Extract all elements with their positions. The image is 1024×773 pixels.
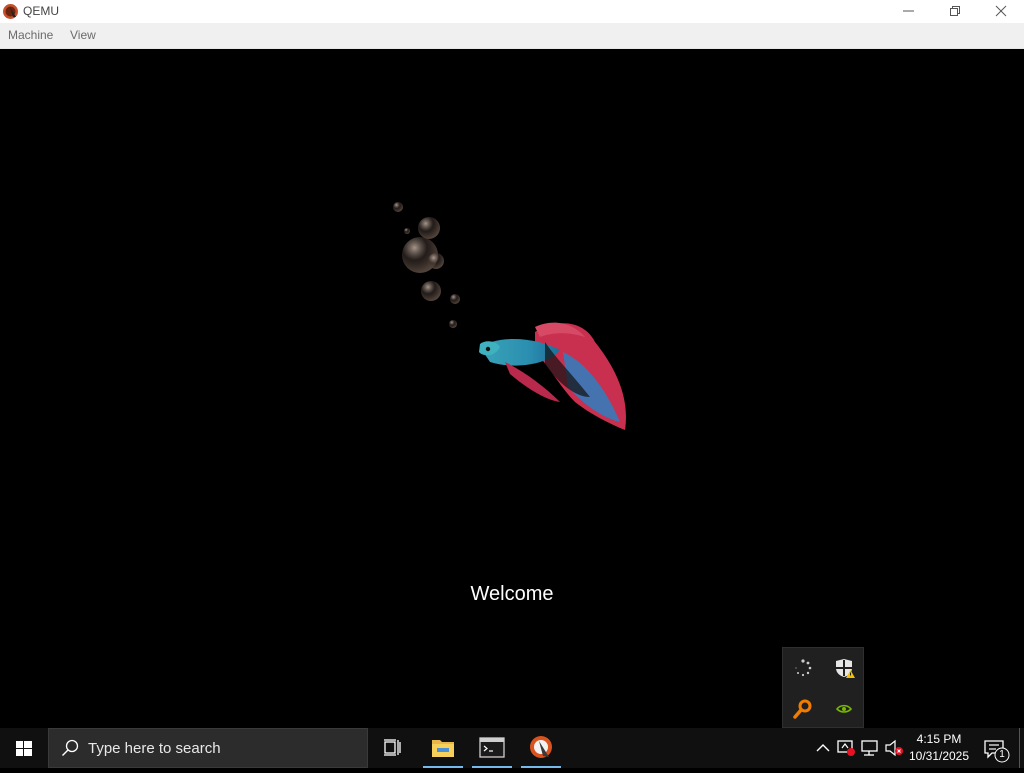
notification-icon [984,740,1010,763]
close-icon [995,5,1007,17]
minimize-button[interactable] [886,0,932,23]
search-icon [62,739,79,756]
nvidia-icon[interactable] [833,698,855,720]
chevron-up-icon [816,744,830,752]
task-view-button[interactable] [372,728,412,768]
betta-fish-image [393,202,626,430]
restore-icon [950,6,960,16]
window-titlebar[interactable]: QEMU [0,0,1024,23]
start-button[interactable] [0,728,48,768]
menu-view[interactable]: View [70,28,96,42]
qemu-icon [3,4,18,19]
taskbar: Type here to search 4:15 PM 10/31/2025 1 [0,728,1024,768]
taskbar-app-file-explorer[interactable] [423,728,463,768]
menu-machine[interactable]: Machine [8,28,53,42]
window-title: QEMU [23,4,59,18]
close-button[interactable] [978,0,1024,23]
windows-logo-icon [16,741,32,756]
taskbar-app-qemu[interactable] [521,728,561,768]
action-center-button[interactable]: 1 [976,728,1018,768]
tray-network-alert[interactable] [834,728,858,768]
task-view-icon [384,739,401,756]
show-desktop-button[interactable] [1019,728,1024,768]
network-alert-icon [837,740,855,756]
security-warning-icon[interactable] [833,657,855,679]
clock-time: 4:15 PM [916,732,962,746]
clock[interactable]: 4:15 PM 10/31/2025 [904,731,974,765]
tray-network[interactable] [858,728,882,768]
terminal-icon [479,737,505,758]
qemu-icon [530,736,552,758]
show-hidden-icons-button[interactable] [811,728,835,768]
clock-date: 10/31/2025 [908,749,970,763]
restore-button[interactable] [932,0,978,23]
tray-overflow-popup [782,647,864,728]
tray-volume[interactable] [882,728,906,768]
magnifier-icon[interactable] [792,698,814,720]
notification-count: 1 [999,749,1005,760]
search-placeholder: Type here to search [88,740,221,757]
bubbles [393,202,460,328]
file-explorer-icon [432,740,454,757]
display-network-icon [861,740,878,756]
search-box[interactable]: Type here to search [48,728,368,768]
volume-muted-icon [885,739,903,757]
welcome-text: Welcome [470,583,554,605]
menu-bar: Machine View [0,23,1024,49]
taskbar-app-terminal[interactable] [472,728,512,768]
fish [479,322,626,430]
minimize-icon [903,10,914,12]
loading-icon[interactable] [792,657,814,679]
